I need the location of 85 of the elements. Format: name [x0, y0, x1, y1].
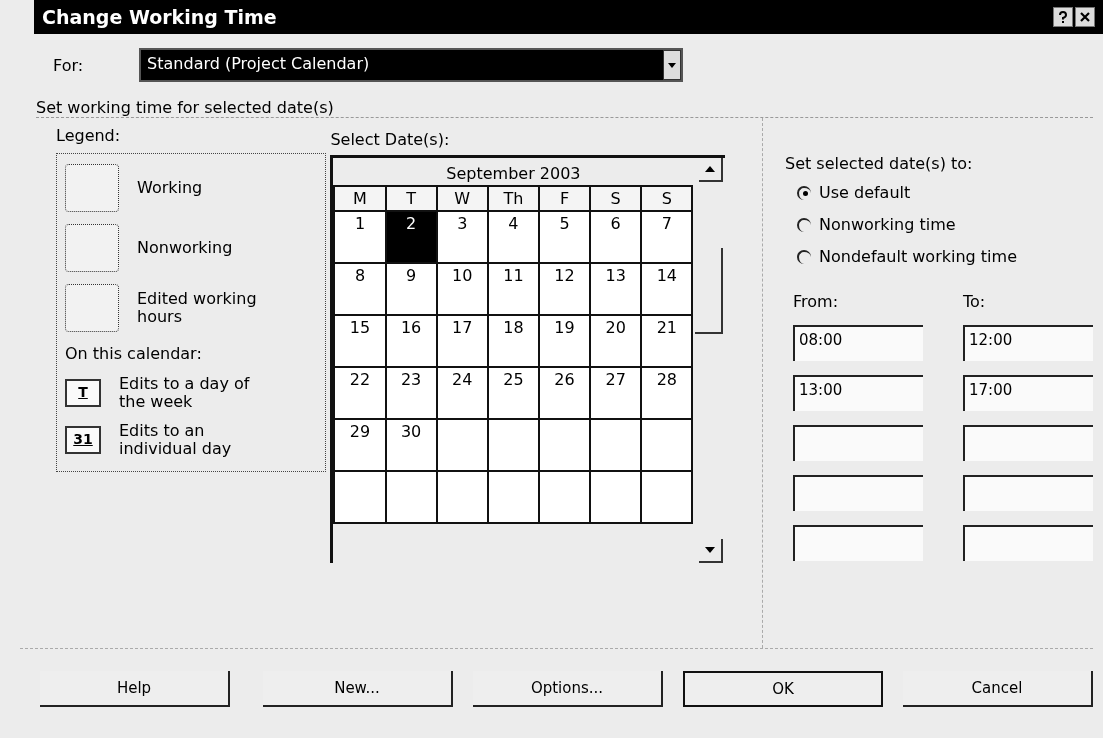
window-title: Change Working Time [42, 6, 278, 28]
day-cell[interactable]: 16 [385, 315, 437, 367]
weekday-header: Th [487, 186, 539, 211]
group-title: Set working time for selected date(s) [36, 98, 335, 117]
day-cell[interactable]: 14 [641, 263, 693, 315]
legend-swatch [65, 164, 119, 212]
day-cell[interactable]: 1 [334, 211, 386, 263]
day-cell[interactable]: 9 [385, 263, 437, 315]
day-cell[interactable]: 3 [436, 211, 488, 263]
dropdown-arrow-icon [668, 62, 677, 68]
weekday-header: S [590, 186, 642, 211]
time-field[interactable] [963, 525, 1093, 561]
radio-icon[interactable] [797, 217, 811, 232]
dialog-button[interactable]: Help [40, 671, 230, 707]
dialog-button[interactable]: Options... [473, 671, 663, 707]
legend-swatch [65, 284, 119, 332]
day-cell[interactable]: 28 [641, 367, 693, 419]
day-cell[interactable]: 15 [334, 315, 386, 367]
close-icon[interactable] [1075, 7, 1095, 27]
scroll-thumb[interactable] [695, 247, 724, 334]
day-cell[interactable]: 20 [590, 315, 642, 367]
day-cell[interactable]: 22 [334, 367, 386, 419]
legend-marker: T [65, 378, 101, 407]
time-field[interactable]: 13:00 [793, 375, 923, 411]
time-field[interactable] [963, 475, 1093, 511]
calendar-label: Select Date(s): [330, 130, 451, 149]
for-label: For: [53, 55, 84, 75]
day-cell[interactable]: 26 [538, 367, 591, 419]
day-cell[interactable]: 21 [641, 315, 693, 367]
legend-marker: 31 [65, 425, 101, 454]
day-cell[interactable]: 8 [334, 263, 386, 315]
weekday-header: T [385, 186, 437, 211]
weekday-header: F [538, 186, 591, 211]
day-cell[interactable]: 23 [385, 367, 437, 419]
day-cell[interactable]: 25 [487, 367, 539, 419]
dialog-button[interactable]: Cancel [903, 671, 1093, 707]
legend-swatch [65, 224, 119, 272]
day-cell[interactable]: 24 [436, 367, 488, 419]
day-cell[interactable]: 7 [641, 211, 693, 263]
dialog-button[interactable]: New... [263, 671, 453, 707]
legend-label: Edits to an individual day [119, 422, 233, 458]
radio-option[interactable]: Nonworking time [797, 215, 1093, 234]
day-cell[interactable]: 2 [385, 211, 437, 263]
time-field[interactable] [963, 425, 1093, 461]
help-icon[interactable] [1053, 7, 1073, 27]
day-cell[interactable]: 17 [436, 315, 488, 367]
time-field[interactable]: 12:00 [963, 325, 1093, 361]
radio-option[interactable]: Use default [797, 183, 1093, 202]
options-title: Set selected date(s) to: [785, 154, 974, 173]
time-field[interactable] [793, 525, 923, 561]
time-field[interactable] [793, 425, 923, 461]
default-button[interactable]: OK [683, 671, 883, 707]
legend-label: Nonworking [137, 239, 233, 257]
day-cell[interactable]: 10 [436, 263, 488, 315]
from-label: From: [793, 292, 840, 311]
legend-label: Edited working hours [137, 290, 258, 326]
scroll-up-icon[interactable] [699, 158, 724, 182]
day-cell[interactable]: 19 [538, 315, 591, 367]
legend-subtitle: On this calendar: [65, 344, 203, 363]
day-cell[interactable]: 4 [487, 211, 539, 263]
day-cell[interactable]: 13 [590, 263, 642, 315]
to-label: To: [963, 292, 987, 311]
day-cell[interactable]: 6 [590, 211, 642, 263]
radio-icon[interactable] [797, 185, 811, 200]
weekday-header: M [334, 186, 386, 211]
time-field[interactable]: 08:00 [793, 325, 923, 361]
scroll-down-icon[interactable] [699, 539, 724, 563]
day-cell[interactable]: 5 [538, 211, 591, 263]
radio-icon[interactable] [797, 249, 811, 264]
radio-option[interactable]: Nondefault working time [797, 247, 1093, 266]
day-cell[interactable]: 30 [385, 419, 437, 471]
day-cell[interactable]: 18 [487, 315, 539, 367]
day-cell[interactable]: 27 [590, 367, 642, 419]
weekday-header: W [436, 186, 488, 211]
legend-label: Working [137, 179, 203, 197]
legend-title: Legend: [56, 126, 122, 145]
day-cell[interactable]: 29 [334, 419, 386, 471]
legend-label: Edits to a day of the week [119, 375, 251, 411]
time-field[interactable]: 17:00 [963, 375, 1093, 411]
time-field[interactable] [793, 475, 923, 511]
weekday-header: S [641, 186, 693, 211]
day-cell[interactable]: 12 [538, 263, 591, 315]
calendar-dropdown[interactable]: Standard (Project Calendar) [139, 48, 684, 82]
month-title: September 2003 [445, 163, 582, 185]
day-cell[interactable]: 11 [487, 263, 539, 315]
